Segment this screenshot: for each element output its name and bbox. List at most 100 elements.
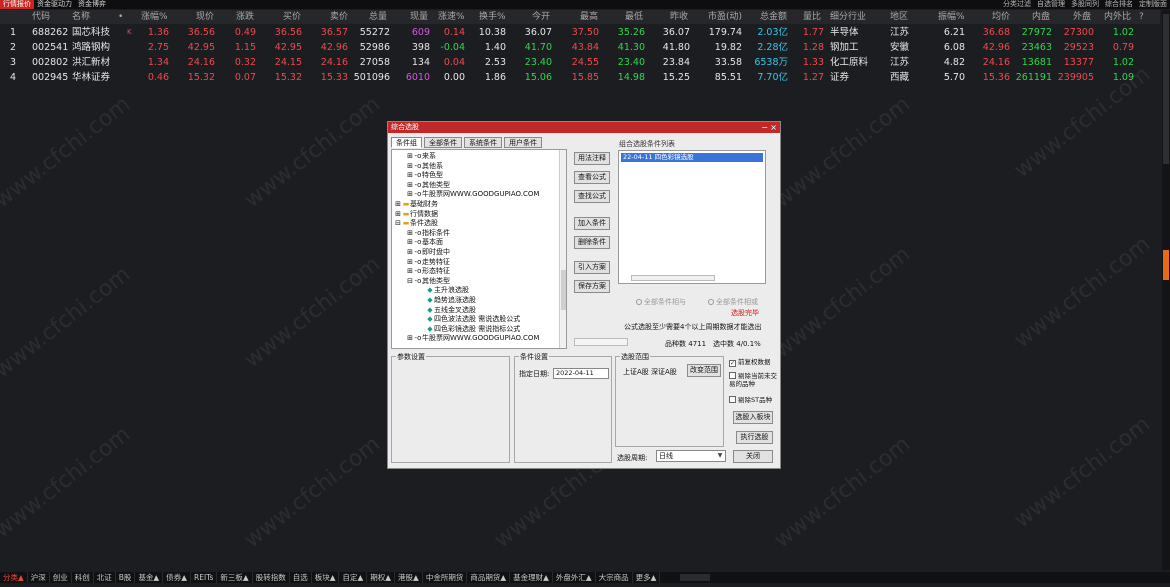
expand-icon[interactable]: ⊞	[406, 152, 414, 162]
btab-neeq[interactable]: 新三板▲	[217, 572, 253, 583]
dialog-titlebar[interactable]: 综合选股 − ×	[388, 122, 780, 133]
tree-scrollbar-thumb[interactable]	[561, 270, 566, 310]
col-help[interactable]: ?	[1139, 10, 1144, 24]
btab-bond[interactable]: 债券▲	[163, 572, 191, 583]
tree-node[interactable]: ◆趋势追涨选股	[418, 296, 476, 306]
col-open[interactable]: 今开	[532, 10, 550, 24]
btab-watchlist[interactable]: 自选	[290, 572, 312, 583]
col-price[interactable]: 现价	[196, 10, 214, 24]
list-item[interactable]: 22-04-11 四色彩镜选股	[621, 153, 763, 162]
date-input[interactable]: 2022-04-11	[553, 368, 609, 379]
tree-node[interactable]: ◆五线金叉选股	[418, 306, 476, 316]
btab-wealth[interactable]: 基金理财▲	[510, 572, 553, 583]
col-turnover[interactable]: 换手%	[479, 10, 506, 24]
expand-icon[interactable]: ⊞	[394, 200, 402, 210]
tree-node[interactable]: ⊞ -o其他系	[406, 162, 443, 172]
col-amount[interactable]: 总金额	[760, 10, 787, 24]
tree-scrollbar[interactable]	[559, 150, 566, 348]
tree-node[interactable]: ◆四色波法选股 需说选股公式	[418, 315, 520, 325]
tree-node[interactable]: ⊞ -o其他类型	[406, 181, 450, 191]
find-formula-button[interactable]: 查找公式	[574, 190, 610, 203]
add-to-block-button[interactable]: 选股入板块	[733, 411, 773, 424]
col-speed[interactable]: 涨速%	[438, 10, 465, 24]
tool-rank[interactable]: 综合排名	[1102, 0, 1136, 9]
btab-cy[interactable]: 创业	[50, 572, 72, 583]
col-region[interactable]: 地区	[890, 10, 908, 24]
tree-node[interactable]: ⊞ -o即时盘中	[406, 248, 450, 258]
btab-custom[interactable]: 自定▲	[339, 572, 368, 583]
radio-or[interactable]: 全部条件相或	[708, 297, 758, 307]
expand-icon[interactable]: ⊞	[406, 334, 414, 344]
tab-condition-group[interactable]: 条件组	[391, 137, 422, 148]
btab-more[interactable]: 更多▲	[633, 572, 661, 583]
col-vol-ratio[interactable]: 量比	[803, 10, 821, 24]
expand-icon[interactable]: ⊞	[406, 267, 414, 277]
table-row[interactable]: 1 688262 国芯科技 K 1.36 36.56 0.49 36.56 36…	[0, 25, 1160, 40]
tool-watchlist[interactable]: 自选管理	[1034, 0, 1068, 9]
condition-tree[interactable]: ⊞ -o来系 ⊞ -o其他系 ⊞ -o特色型 ⊞ -o其他类型 ⊞ -o牛股票网WWW.GOODG…	[391, 149, 567, 349]
btab-neeq-index[interactable]: 股转指数	[253, 572, 290, 583]
col-name[interactable]: 名称	[72, 10, 90, 24]
tree-node[interactable]: ⊟ ▬条件选股	[394, 219, 438, 229]
tree-node[interactable]: ◆主升浪选股	[418, 286, 469, 296]
expand-icon[interactable]: ⊞	[406, 229, 414, 239]
expand-icon[interactable]: ⊞	[406, 238, 414, 248]
condition-list[interactable]: 22-04-11 四色彩镜选股	[618, 150, 766, 284]
btab-sector[interactable]: 板块▲	[312, 572, 340, 583]
col-pe[interactable]: 市盈(动)	[708, 10, 742, 24]
tree-node[interactable]: ⊞ -o来系	[406, 152, 436, 162]
collapse-icon[interactable]: ⊟	[406, 277, 414, 287]
tree-node[interactable]: ⊞ -o形态特征	[406, 267, 450, 277]
col-cur-vol[interactable]: 现量	[410, 10, 428, 24]
usage-note-button[interactable]: 用法注释	[574, 152, 610, 165]
btab-bz[interactable]: 北证	[94, 572, 116, 583]
expand-icon[interactable]: ⊞	[406, 162, 414, 172]
col-chg[interactable]: 涨跌	[236, 10, 254, 24]
expand-icon[interactable]: ⊞	[406, 248, 414, 258]
btab-cffex[interactable]: 中金所期货	[423, 572, 468, 583]
exclude-st-checkbox[interactable]: 剔除ST品种	[729, 396, 772, 404]
col-io-ratio[interactable]: 内外比	[1104, 10, 1131, 24]
delete-condition-button[interactable]: 删除条件	[574, 236, 610, 249]
change-range-button[interactable]: 改变范围	[687, 364, 721, 377]
col-avg[interactable]: 均价	[992, 10, 1010, 24]
col-vol[interactable]: 总量	[369, 10, 387, 24]
tree-node[interactable]: ⊟ -o其他类型	[406, 277, 450, 287]
tool-layout[interactable]: 定制版面	[1136, 0, 1170, 9]
tree-node[interactable]: ⊞ -o牛股票网WWW.GOODGUPIAO.COM	[406, 190, 539, 200]
import-plan-button[interactable]: 引入方案	[574, 261, 610, 274]
period-select[interactable]: 日线 ▼	[656, 450, 726, 462]
tool-filter[interactable]: 分类过滤	[1000, 0, 1034, 9]
tab-all-conditions[interactable]: 全部条件	[424, 137, 462, 148]
expand-icon[interactable]: ⊞	[394, 210, 402, 220]
btab-category[interactable]: 分类▲	[0, 572, 28, 583]
table-row[interactable]: 3 002802 洪汇新材 1.34 24.16 0.32 24.15 24.1…	[0, 55, 1160, 70]
tree-node[interactable]: ⊞ -o特色型	[406, 171, 443, 181]
btab-hs[interactable]: 沪深	[28, 572, 50, 583]
expand-icon[interactable]: ⊞	[406, 190, 414, 200]
collapse-icon[interactable]: ⊟	[394, 219, 402, 229]
view-formula-button[interactable]: 查看公式	[574, 171, 610, 184]
main-scrollbar[interactable]	[1162, 10, 1170, 570]
btab-reits[interactable]: REITs	[191, 572, 218, 583]
col-amplitude[interactable]: 振幅%	[938, 10, 965, 24]
tree-node[interactable]: ⊞ -o走势特征	[406, 258, 450, 268]
col-code[interactable]: 代码	[32, 10, 50, 24]
btab-commodity-futures[interactable]: 商品期货▲	[467, 572, 511, 583]
main-scrollbar-thumb[interactable]	[1163, 14, 1169, 164]
btab-fund[interactable]: 基金▲	[135, 572, 164, 583]
col-outer[interactable]: 外盘	[1073, 10, 1091, 24]
btab-b[interactable]: B股	[116, 572, 136, 583]
tree-node[interactable]: ⊞ -o指标条件	[406, 229, 450, 239]
expand-icon[interactable]: ⊞	[406, 181, 414, 191]
tree-node[interactable]: ⊞ -o基本面	[406, 238, 443, 248]
expand-icon[interactable]: ⊞	[406, 171, 414, 181]
col-low[interactable]: 最低	[625, 10, 643, 24]
tab-fund-drive[interactable]: 资金驱动力	[34, 0, 75, 9]
close-icon[interactable]: ×	[770, 122, 777, 133]
run-screening-button[interactable]: 执行选股	[736, 431, 773, 444]
close-button[interactable]: 关闭	[733, 450, 773, 463]
table-row[interactable]: 4 002945 华林证券 0.46 15.32 0.07 15.32 15.3…	[0, 70, 1160, 85]
add-condition-button[interactable]: 加入条件	[574, 217, 610, 230]
table-row[interactable]: 2 002541 鸿路钢构 2.75 42.95 1.15 42.95 42.9…	[0, 40, 1160, 55]
